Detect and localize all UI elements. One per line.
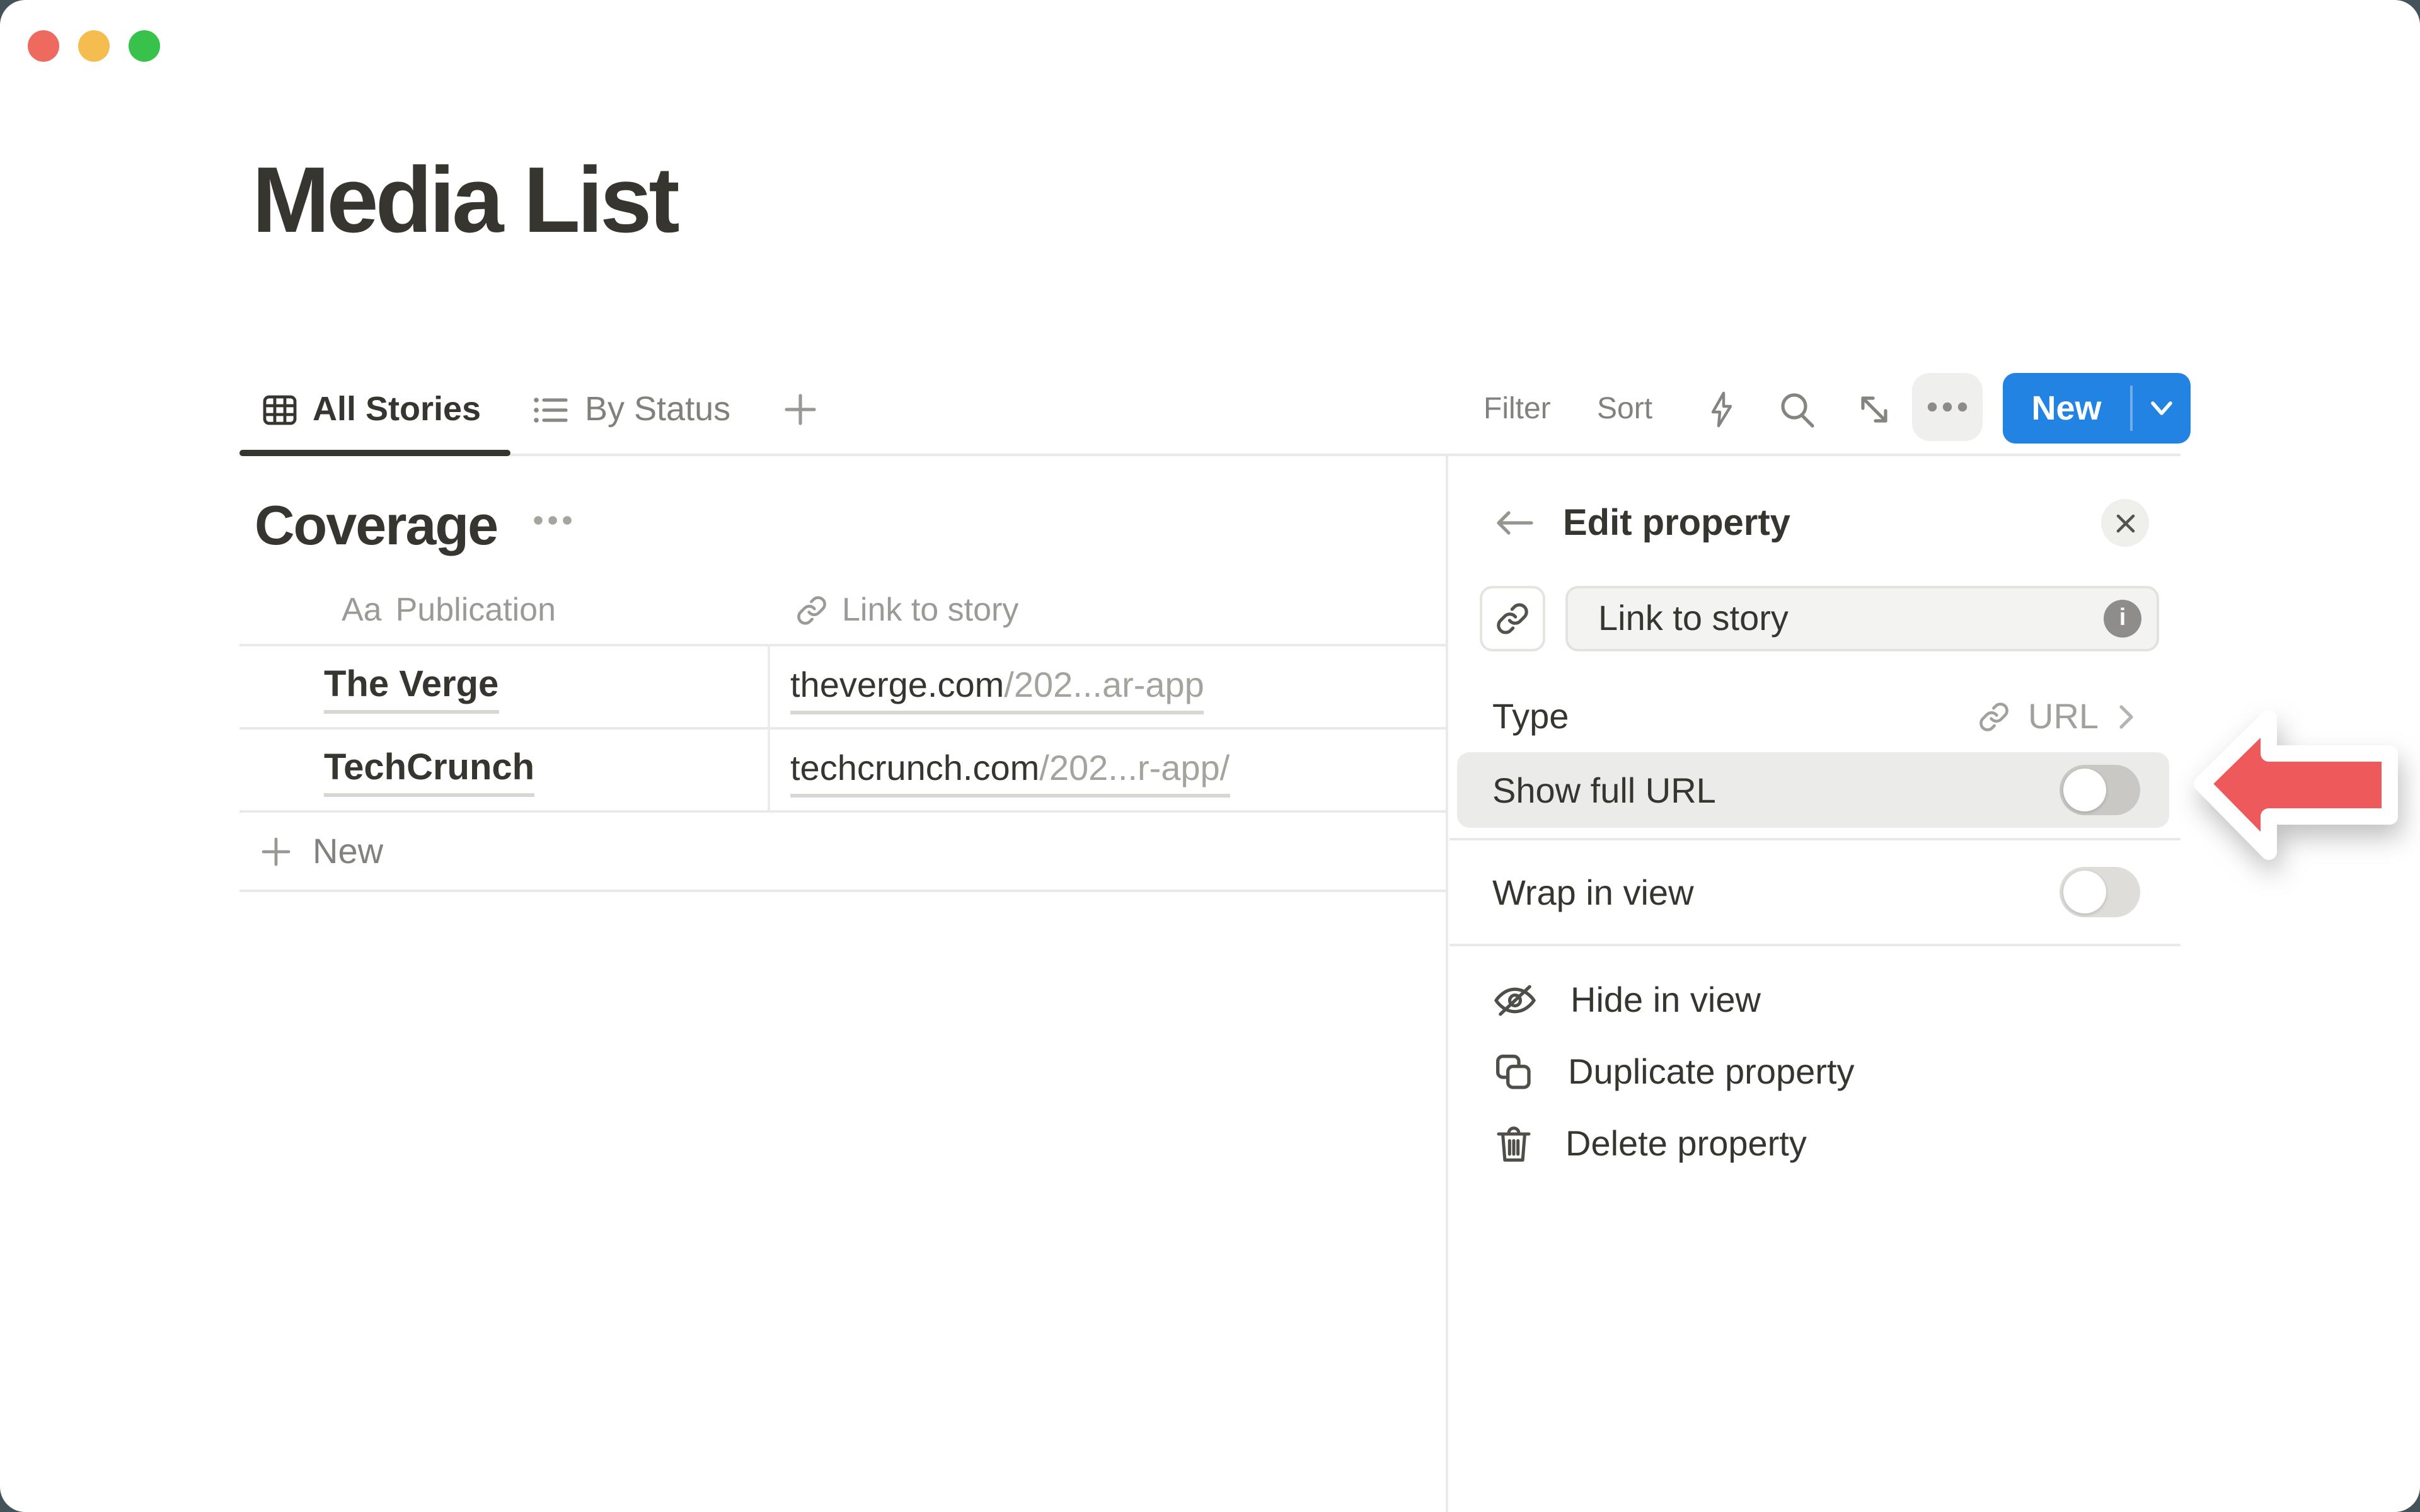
toggle-knob xyxy=(2063,769,2106,811)
menu-item-label: Duplicate property xyxy=(1568,1052,1854,1092)
table-view-icon xyxy=(262,392,297,427)
type-value: URL xyxy=(2028,697,2099,737)
new-button[interactable]: New xyxy=(2003,373,2191,444)
tab-all-stories[interactable]: All Stories xyxy=(262,390,481,429)
column-divider xyxy=(768,644,770,810)
text-type-glyph: Aa xyxy=(342,590,382,629)
link-icon xyxy=(795,593,828,626)
annotation-arrow-left xyxy=(2175,688,2420,883)
type-value-group[interactable]: URL xyxy=(1978,697,2136,737)
wrap-in-view-label: Wrap in view xyxy=(1492,873,1694,914)
view-options-button[interactable] xyxy=(1912,373,1983,441)
automations-button[interactable] xyxy=(1704,391,1739,428)
table-cell-url[interactable]: theverge.com/202...ar-app xyxy=(790,665,1204,706)
table-line xyxy=(239,890,1446,892)
page-link[interactable]: The Verge xyxy=(324,665,498,714)
new-row-label: New xyxy=(313,832,383,872)
table-line xyxy=(239,644,1446,646)
expand-button[interactable] xyxy=(1854,389,1894,430)
table-line xyxy=(239,727,1446,730)
link-icon xyxy=(1495,601,1530,636)
menu-item-duplicate-property[interactable]: Duplicate property xyxy=(1492,1052,1854,1092)
traffic-close-button[interactable] xyxy=(28,30,59,62)
table-cell-url[interactable]: techcrunch.com/202...r-app/ xyxy=(790,748,1230,789)
show-full-url-toggle[interactable] xyxy=(2060,765,2140,815)
new-button-label: New xyxy=(2003,389,2130,428)
ellipsis-icon xyxy=(1923,401,1971,413)
app-window: Media List All Stories By Status xyxy=(0,0,2420,1512)
wrap-in-view-toggle[interactable] xyxy=(2060,867,2140,917)
column-header-publication[interactable]: Aa Publication xyxy=(342,590,556,629)
panel-close-button[interactable] xyxy=(2101,499,2149,547)
close-icon xyxy=(2114,512,2136,534)
url-link[interactable]: theverge.com/202...ar-app xyxy=(790,665,1204,714)
menu-item-label: Delete property xyxy=(1565,1124,1807,1164)
link-icon xyxy=(1978,701,2010,733)
duplicate-icon xyxy=(1492,1052,1535,1092)
column-label: Link to story xyxy=(842,590,1018,629)
add-view-button[interactable] xyxy=(783,392,818,427)
panel-back-button[interactable] xyxy=(1492,508,1535,538)
plus-icon xyxy=(783,392,818,427)
toolbar-divider xyxy=(239,454,2181,456)
url-link[interactable]: techcrunch.com/202...r-app/ xyxy=(790,748,1230,798)
chevron-right-icon xyxy=(2116,703,2136,731)
menu-item-delete-property[interactable]: Delete property xyxy=(1495,1124,1807,1164)
page-link[interactable]: TechCrunch xyxy=(324,748,534,797)
tab-by-status[interactable]: By Status xyxy=(532,390,730,429)
panel-title: Edit property xyxy=(1563,503,1790,545)
traffic-minimize-button[interactable] xyxy=(78,30,110,62)
page-title: Media List xyxy=(252,146,677,253)
column-header-link[interactable]: Link to story xyxy=(795,590,1018,629)
filter-button[interactable]: Filter xyxy=(1484,392,1551,427)
active-tab-underline xyxy=(239,450,510,456)
board-list-icon xyxy=(532,392,570,427)
toggle-knob xyxy=(2063,871,2106,914)
traffic-zoom-button[interactable] xyxy=(129,30,160,62)
arrow-left-icon xyxy=(1492,508,1535,538)
ellipsis-icon xyxy=(532,514,573,527)
plus-icon xyxy=(260,835,292,868)
panel-divider xyxy=(1449,838,2181,840)
new-row-button[interactable]: New xyxy=(260,832,383,872)
search-icon xyxy=(1777,389,1818,430)
panel-left-border xyxy=(1446,456,1448,1512)
show-full-url-label: Show full URL xyxy=(1492,771,1716,811)
tab-by-status-label: By Status xyxy=(585,390,730,429)
table-line xyxy=(239,810,1446,813)
new-dropdown-button[interactable] xyxy=(2133,398,2191,418)
stage: Media List All Stories By Status xyxy=(0,0,2420,1512)
database-options-button[interactable] xyxy=(532,514,573,527)
menu-item-label: Hide in view xyxy=(1570,980,1761,1021)
property-name-value: Link to story xyxy=(1598,598,2104,639)
sort-button[interactable]: Sort xyxy=(1597,392,1652,427)
expand-diagonal-icon xyxy=(1854,389,1894,430)
table-cell-publication[interactable]: TechCrunch xyxy=(324,748,534,789)
trash-icon xyxy=(1495,1124,1533,1164)
chevron-down-icon xyxy=(2146,398,2177,418)
type-label: Type xyxy=(1492,697,1569,737)
search-button[interactable] xyxy=(1777,389,1818,430)
property-type-icon-button[interactable] xyxy=(1480,586,1545,651)
eye-off-icon xyxy=(1492,982,1538,1019)
lightning-icon xyxy=(1704,391,1739,428)
info-icon[interactable]: i xyxy=(2104,600,2141,638)
database-title[interactable]: Coverage xyxy=(255,495,497,558)
property-name-input[interactable]: Link to story i xyxy=(1565,586,2159,651)
column-label: Publication xyxy=(396,590,556,629)
tab-all-stories-label: All Stories xyxy=(313,390,481,429)
panel-divider xyxy=(1449,944,2181,946)
table-cell-publication[interactable]: The Verge xyxy=(324,665,498,706)
menu-item-hide-in-view[interactable]: Hide in view xyxy=(1492,980,1761,1021)
